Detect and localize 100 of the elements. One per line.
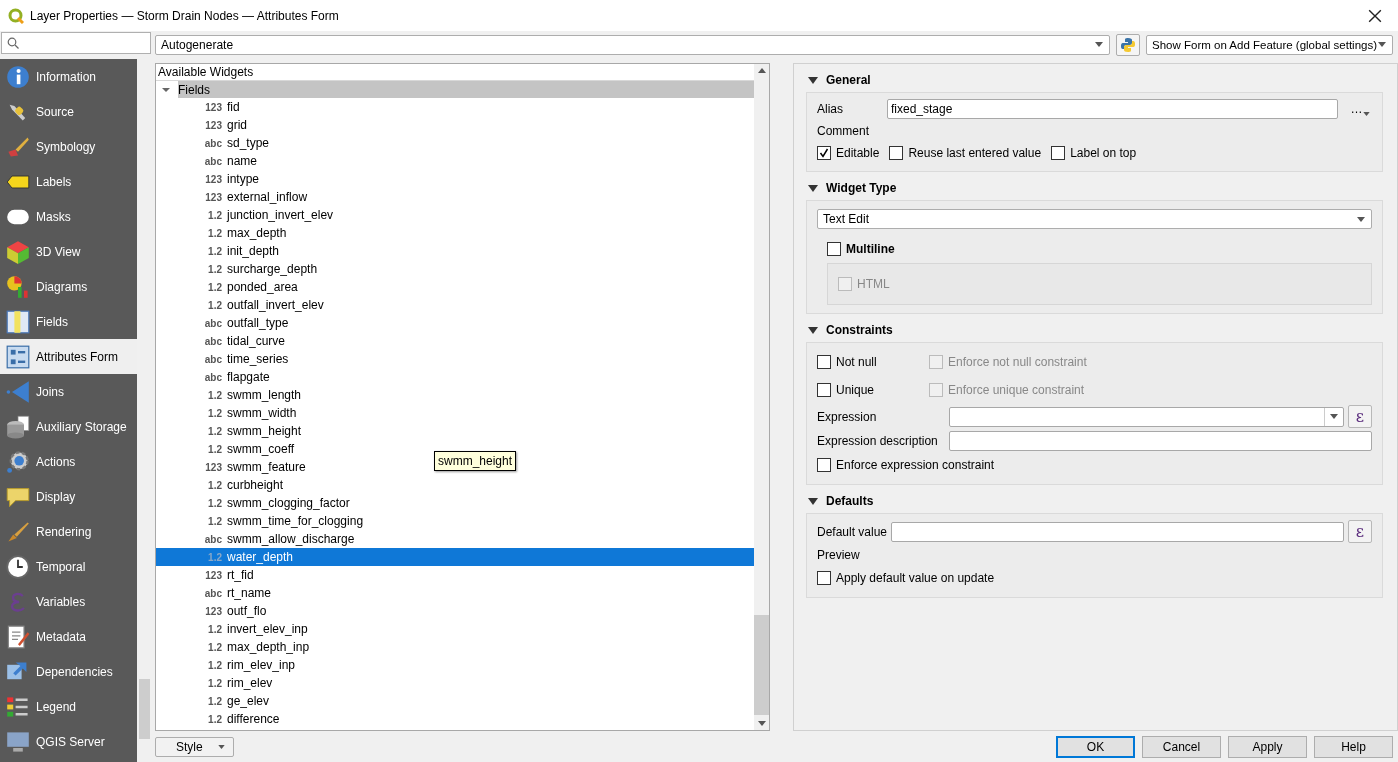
sidebar-item[interactable]: 3D View (0, 234, 137, 269)
scrollbar-thumb[interactable] (139, 679, 150, 739)
dialog-button[interactable]: Apply (1228, 735, 1307, 758)
scrollbar-thumb[interactable] (754, 615, 769, 715)
sidebar-item[interactable]: Information (0, 59, 137, 94)
python-button[interactable] (1116, 33, 1140, 56)
sidebar-item[interactable]: Joins (0, 374, 137, 409)
section-header[interactable]: Widget Type (806, 176, 1383, 200)
sidebar-item[interactable]: Attributes Form (0, 339, 137, 374)
field-name: difference (227, 712, 280, 726)
sidebar-item[interactable]: Symbology (0, 129, 137, 164)
close-icon[interactable] (1368, 8, 1382, 23)
field-item[interactable]: 1.2 init_depth (156, 242, 280, 260)
add-feature-dropdown[interactable]: Show Form on Add Feature (global settings) (1146, 34, 1393, 55)
field-item[interactable]: 1.2 difference (156, 710, 280, 728)
field-item[interactable]: abc name (156, 152, 258, 170)
field-item[interactable]: 1.2 swmm_height (156, 422, 302, 440)
checkbox-box[interactable] (817, 382, 831, 397)
sidebar-item[interactable]: Variables (0, 584, 137, 619)
field-item[interactable]: 1.2 water_depth (156, 548, 754, 566)
field-item[interactable]: 1.2 rim_elev (156, 674, 273, 692)
expand-arrow-icon[interactable] (162, 85, 170, 94)
checkbox[interactable]: Apply default value on update (817, 567, 1372, 589)
field-item[interactable]: 123 fid (156, 98, 240, 116)
sidebar-item[interactable]: Diagrams (0, 269, 137, 304)
field-item[interactable]: 1.2 swmm_coeff (156, 440, 295, 458)
field-item[interactable]: 123 swmm_feature (156, 458, 306, 476)
checkbox-box[interactable] (817, 458, 831, 472)
section-header[interactable]: General (806, 68, 1383, 92)
layout-dropdown[interactable]: Autogenerate (155, 34, 1110, 55)
expression-field[interactable] (949, 406, 1344, 427)
alias-field[interactable]: fixed_stage (887, 99, 1338, 119)
field-item[interactable]: abc tidal_curve (156, 332, 286, 350)
expression-button[interactable]: ε (1348, 405, 1372, 428)
scroll-up-icon[interactable] (757, 68, 766, 73)
field-item[interactable]: 1.2 curbheight (156, 476, 284, 494)
field-item[interactable]: abc swmm_allow_discharge (156, 530, 355, 548)
sidebar-item[interactable]: Masks (0, 199, 137, 234)
field-item[interactable]: 1.2 outfall_invert_elev (156, 296, 324, 314)
sidebar-item[interactable]: Metadata (0, 619, 137, 654)
field-item[interactable]: abc sd_type (156, 134, 270, 152)
dialog-button[interactable]: Cancel (1142, 735, 1221, 758)
checkbox[interactable]: Unique (817, 378, 929, 401)
checkbox-box[interactable] (817, 354, 831, 369)
sidebar-item[interactable]: Labels (0, 164, 137, 199)
description-field[interactable] (949, 431, 1372, 451)
field-item[interactable]: 1.2 ponded_area (156, 278, 298, 296)
checkbox[interactable]: Enforce expression constraint (817, 454, 1372, 476)
checkbox-box[interactable] (889, 146, 904, 160)
scroll-down-icon[interactable] (757, 721, 766, 726)
sidebar-item[interactable]: Temporal (0, 549, 137, 584)
field-item[interactable]: 1.2 swmm_clogging_factor (156, 494, 350, 512)
sidebar-item[interactable]: Display (0, 479, 137, 514)
dialog-button[interactable]: OK (1056, 735, 1135, 758)
field-item[interactable]: 1.2 surcharge_depth (156, 260, 318, 278)
scrollbar[interactable] (754, 64, 769, 730)
field-item[interactable]: abc rt_name (156, 584, 272, 602)
checkbox[interactable]: Multiline (827, 238, 1372, 260)
expression-button[interactable]: ε (1348, 520, 1372, 543)
default-value-field[interactable] (891, 521, 1344, 542)
sidebar-item[interactable]: Actions (0, 444, 137, 479)
sidebar-item[interactable]: QGIS Server (0, 724, 137, 759)
field-item[interactable]: abc flapgate (156, 368, 270, 386)
field-item[interactable]: 1.2 max_depth (156, 224, 287, 242)
sidebar-item[interactable]: Legend (0, 689, 137, 724)
style-button[interactable]: Style (155, 736, 234, 757)
field-item[interactable]: 1.2 invert_elev_inp (156, 620, 308, 638)
checkbox-box[interactable] (817, 571, 831, 585)
sidebar-item[interactable]: Fields (0, 304, 137, 339)
sidebar-item[interactable]: Rendering (0, 514, 137, 549)
widget-type-dropdown[interactable]: Text Edit (817, 209, 1372, 229)
field-item[interactable]: 123 outf_flo (156, 602, 267, 620)
sidebar-item[interactable]: Dependencies (0, 654, 137, 689)
field-item[interactable]: 1.2 swmm_length (156, 386, 302, 404)
checkbox-box[interactable] (827, 242, 841, 256)
field-item[interactable]: abc outfall_type (156, 314, 289, 332)
field-item[interactable]: 123 intype (156, 170, 260, 188)
checkbox[interactable]: Not null (817, 350, 929, 373)
checkbox-box[interactable] (817, 146, 831, 160)
field-item[interactable]: 123 grid (156, 116, 247, 134)
field-item[interactable]: abc time_series (156, 350, 289, 368)
search-field[interactable] (1, 32, 151, 54)
checkbox[interactable]: Reuse last entered value (889, 142, 1042, 164)
section-header[interactable]: Defaults (806, 489, 1383, 513)
field-item[interactable]: 1.2 max_depth_inp (156, 638, 310, 656)
checkbox[interactable]: Editable (817, 142, 880, 164)
options-button[interactable]: … (1342, 102, 1372, 116)
checkbox-box[interactable] (1051, 146, 1066, 160)
field-item[interactable]: 1.2 ge_elev (156, 692, 270, 710)
field-item[interactable]: 123 external_inflow (156, 188, 308, 206)
field-item[interactable]: 1.2 junction_invert_elev (156, 206, 334, 224)
sidebar-item[interactable]: Source (0, 94, 137, 129)
section-header[interactable]: Constraints (806, 318, 1383, 342)
field-item[interactable]: 1.2 swmm_width (156, 404, 297, 422)
sidebar-item[interactable]: Auxiliary Storage (0, 409, 137, 444)
checkbox[interactable]: Label on top (1051, 142, 1137, 164)
field-item[interactable]: 1.2 swmm_time_for_clogging (156, 512, 364, 530)
dialog-button[interactable]: Help (1314, 735, 1393, 758)
field-item[interactable]: 1.2 rim_elev_inp (156, 656, 296, 674)
field-item[interactable]: 123 rt_fid (156, 566, 254, 584)
